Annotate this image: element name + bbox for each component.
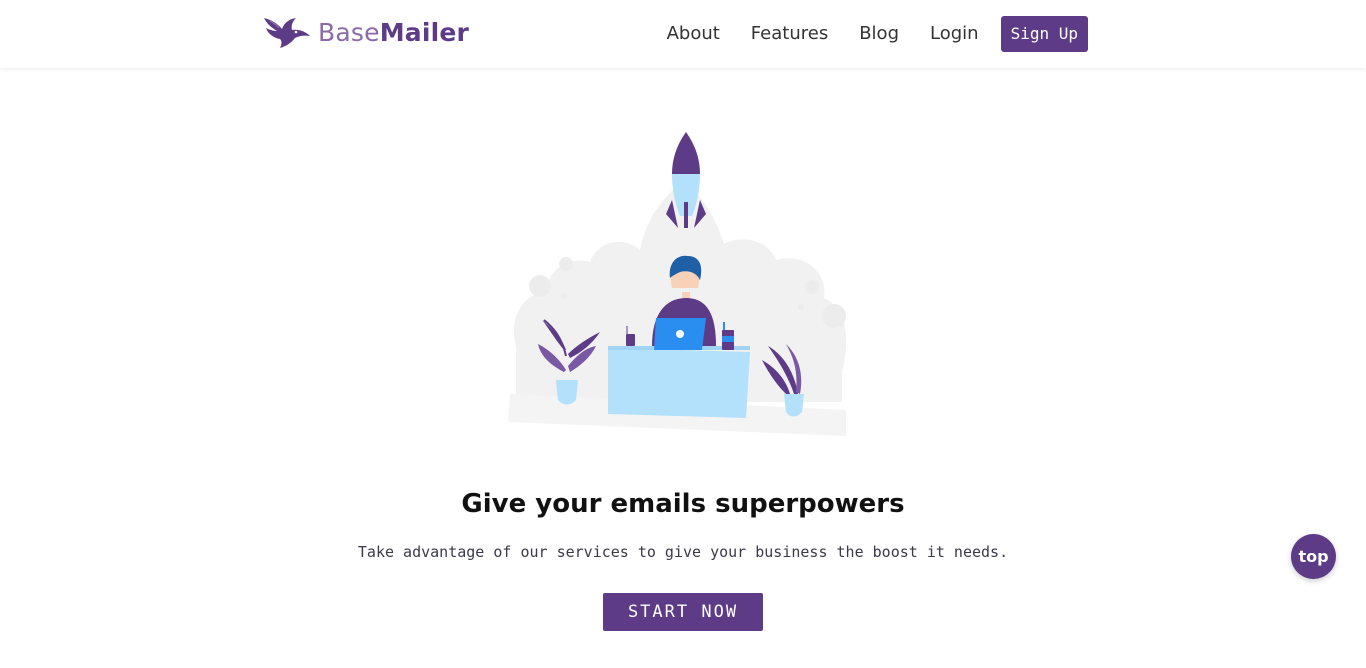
- nav-link-about[interactable]: About: [667, 16, 720, 52]
- brand-logo-link[interactable]: BaseMailer: [262, 12, 469, 52]
- start-now-button[interactable]: START NOW: [603, 593, 763, 631]
- hero-subtitle: Take advantage of our services to give y…: [357, 543, 1009, 561]
- brand-name: BaseMailer: [318, 18, 469, 47]
- navbar: BaseMailer About Features Blog Login Sig…: [0, 0, 1366, 68]
- nav-link-features[interactable]: Features: [751, 16, 828, 52]
- scroll-top-button[interactable]: top: [1291, 534, 1336, 579]
- brand-name-mailer: Mailer: [379, 17, 470, 47]
- hero-title: Give your emails superpowers: [461, 489, 905, 519]
- eagle-icon: [264, 18, 310, 48]
- nav-link-blog[interactable]: Blog: [859, 16, 899, 52]
- brand-name-base: Base: [318, 17, 380, 47]
- nav-links: About Features Blog Login Sign Up: [636, 16, 1088, 52]
- rocket-launch-illustration: [508, 132, 847, 436]
- nav-link-login[interactable]: Login: [930, 16, 979, 52]
- rocket-icon: [666, 132, 706, 228]
- signup-button[interactable]: Sign Up: [1000, 16, 1088, 52]
